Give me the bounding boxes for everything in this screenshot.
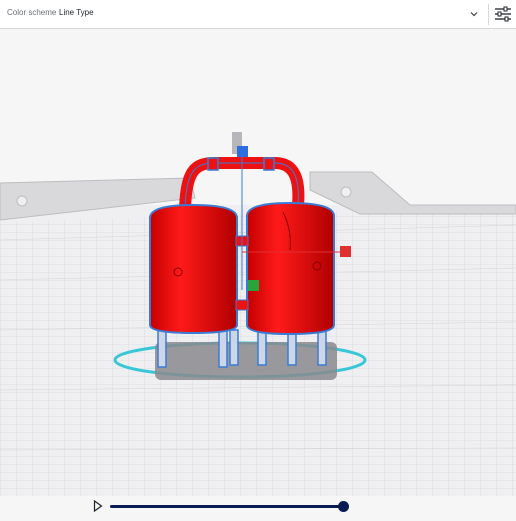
color-scheme-value: Line Type (59, 8, 94, 17)
toolbar-divider (488, 4, 489, 25)
layer-timeline (0, 496, 516, 516)
chevron-down-icon (470, 12, 478, 17)
layer-slider-track[interactable] (110, 505, 344, 508)
layer-slider-thumb[interactable] (338, 501, 349, 512)
color-scheme-label: Color scheme (7, 8, 57, 17)
left-tank (149, 203, 238, 335)
top-toolbar: Color scheme Line Type (0, 0, 516, 29)
sliders-icon[interactable] (492, 5, 514, 23)
play-icon[interactable] (93, 500, 103, 512)
gizmo-x-handle (340, 246, 351, 257)
build-plate-scene (0, 132, 516, 496)
color-scheme-dropdown[interactable]: Line Type (53, 3, 485, 25)
gizmo-z-handle (237, 146, 248, 157)
gizmo-y-handle (248, 280, 259, 291)
right-tank (246, 201, 335, 336)
3d-viewport[interactable] (0, 0, 516, 516)
